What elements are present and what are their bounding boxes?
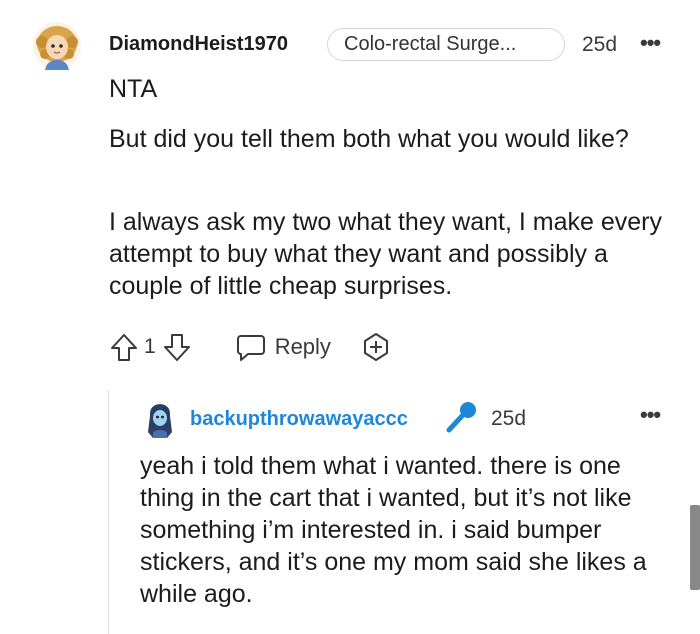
more-options-icon[interactable]: ••• [640,30,661,56]
upvote-icon[interactable] [108,331,140,363]
downvote-icon[interactable] [161,331,193,363]
comment-paragraph: I always ask my two what they want, I ma… [109,208,662,300]
scrollbar[interactable] [690,505,700,590]
comment-paragraph: NTA [109,75,158,103]
upvote-button[interactable] [108,331,140,363]
award-button[interactable] [361,332,391,362]
downvote-button[interactable] [161,331,193,363]
reply-label[interactable]: Reply [275,334,331,360]
thread-line[interactable] [108,390,109,634]
reply-username[interactable]: backupthrowawayaccc [190,408,408,431]
reply-timestamp: 25d [491,407,527,430]
avatar[interactable] [33,22,81,70]
avatar[interactable] [145,402,175,440]
comment-actions: 1 Reply [108,330,391,364]
comment-username[interactable]: DiamondHeist1970 [109,33,288,56]
reply-button[interactable]: Reply [235,331,331,363]
user-flair: Colo-rectal Surge... [327,28,565,61]
comment-timestamp: 25d [582,33,618,56]
vote-count: 1 [144,335,156,358]
comment-paragraph: But did you tell them both what you woul… [109,125,629,153]
microphone-icon [444,400,478,434]
reply-bubble-icon[interactable] [235,331,267,363]
reply-text: yeah i told them what i wanted. there is… [140,452,647,608]
more-options-icon[interactable]: ••• [640,402,661,428]
award-plus-icon[interactable] [361,332,391,362]
